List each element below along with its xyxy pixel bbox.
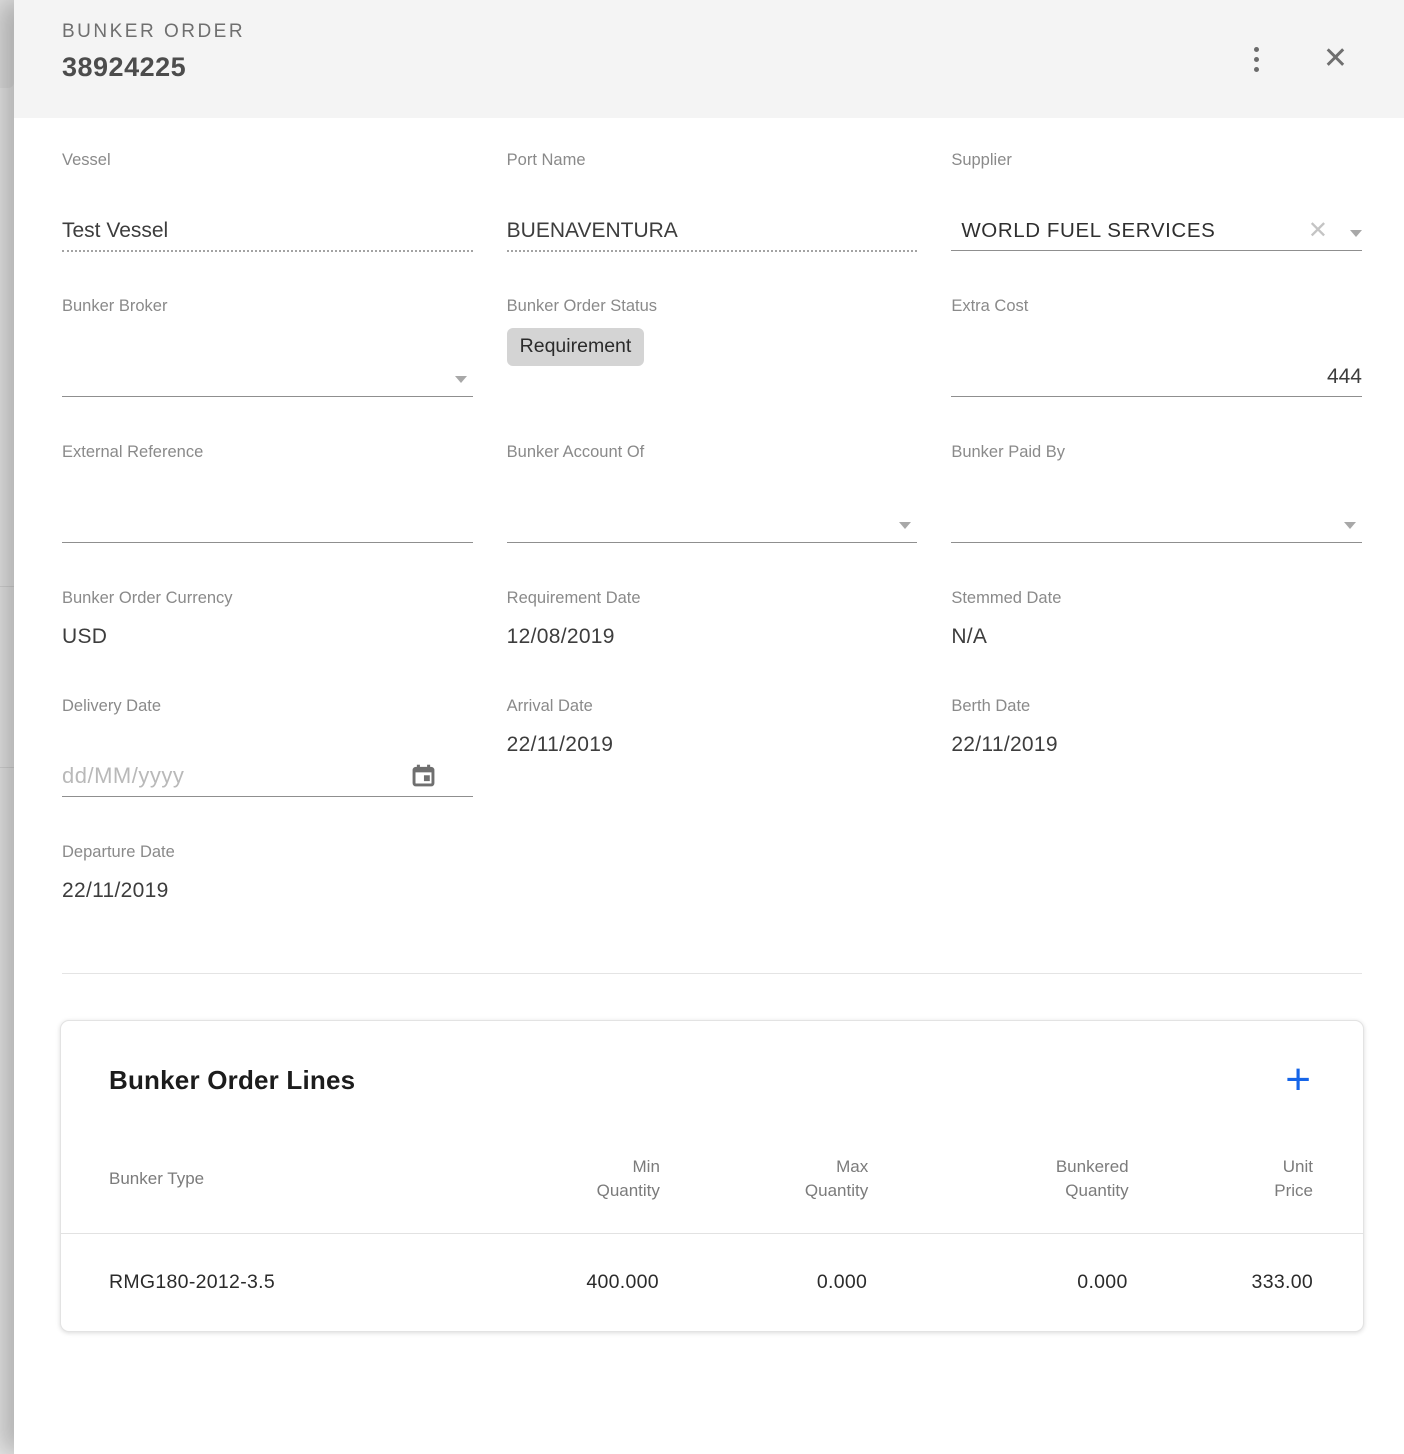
bunker-order-status-label: Bunker Order Status	[507, 296, 918, 316]
cell-bunker-type: RMG180-2012-3.5	[61, 1234, 452, 1332]
port-name-control	[507, 204, 918, 252]
column-header-bunker-type: Bunker Type	[61, 1155, 452, 1234]
bunker-order-currency-label: Bunker Order Currency	[62, 588, 473, 608]
external-reference-field: External Reference	[62, 442, 473, 588]
delivery-date-input[interactable]	[62, 765, 410, 789]
bunker-order-lines-card: Bunker Order Lines + Bunker Type Min Qua…	[60, 1020, 1364, 1332]
bunker-order-status-field: Bunker Order Status Requirement	[507, 296, 918, 442]
column-header-max-quantity: Max Quantity	[660, 1155, 868, 1234]
berth-date-value: 22/11/2019	[951, 733, 1058, 756]
supplier-label: Supplier	[951, 150, 1362, 170]
table-row[interactable]: RMG180-2012-3.5 400.000 0.000 0.000 333.…	[61, 1234, 1363, 1332]
bunker-order-panel: BUNKER ORDER 38924225 ✕ Vessel Port Name	[14, 0, 1404, 1454]
extra-cost-control	[951, 350, 1362, 397]
column-header-unit-price: Unit Price	[1129, 1155, 1363, 1234]
chevron-down-icon[interactable]	[1350, 230, 1362, 237]
arrival-date-value: 22/11/2019	[507, 733, 614, 756]
extra-cost-input[interactable]	[951, 365, 1362, 389]
delivery-date-field: Delivery Date	[62, 696, 473, 842]
bunker-broker-select[interactable]	[62, 350, 473, 397]
bunker-order-lines-title: Bunker Order Lines	[109, 1065, 355, 1096]
external-reference-label: External Reference	[62, 442, 473, 462]
port-name-field: Port Name	[507, 150, 918, 296]
arrival-date-label: Arrival Date	[507, 696, 918, 716]
kebab-dot	[1254, 67, 1259, 72]
section-divider	[62, 973, 1362, 974]
berth-date-label: Berth Date	[951, 696, 1362, 716]
column-header-min-quantity: Min Quantity	[452, 1155, 660, 1234]
vessel-input	[62, 219, 473, 243]
berth-date-field: Berth Date 22/11/2019	[951, 696, 1362, 842]
vessel-field: Vessel	[62, 150, 473, 296]
cell-max-quantity: 0.000	[660, 1234, 868, 1332]
background-card	[0, 0, 14, 88]
cell-bunkered-quantity: 0.000	[868, 1234, 1128, 1332]
extra-cost-label: Extra Cost	[951, 296, 1362, 316]
bunker-account-of-select[interactable]	[507, 496, 918, 543]
bunker-account-of-field: Bunker Account Of	[507, 442, 918, 588]
bunker-order-currency-field: Bunker Order Currency USD	[62, 588, 473, 696]
vessel-label: Vessel	[62, 150, 473, 170]
kebab-dot	[1254, 57, 1259, 62]
supplier-value: WORLD FUEL SERVICES	[951, 219, 1308, 243]
requirement-date-label: Requirement Date	[507, 588, 918, 608]
clear-icon[interactable]: ✕	[1308, 219, 1328, 243]
order-lines-table: Bunker Type Min Quantity Max Quantity Bu…	[61, 1155, 1363, 1331]
chevron-down-icon[interactable]	[899, 522, 911, 529]
add-line-icon[interactable]: +	[1285, 1063, 1311, 1097]
stemmed-date-field: Stemmed Date N/A	[951, 588, 1362, 696]
cell-min-quantity: 400.000	[452, 1234, 660, 1332]
panel-header: BUNKER ORDER 38924225 ✕	[14, 0, 1404, 118]
bunker-paid-by-select[interactable]	[951, 496, 1362, 543]
column-header-bunkered-quantity: Bunkered Quantity	[868, 1155, 1128, 1234]
delivery-date-control	[62, 750, 473, 797]
departure-date-field: Departure Date 22/11/2019	[62, 842, 473, 973]
stemmed-date-label: Stemmed Date	[951, 588, 1362, 608]
status-badge: Requirement	[507, 328, 645, 366]
vessel-control	[62, 204, 473, 252]
background-divider	[0, 586, 14, 587]
delivery-date-label: Delivery Date	[62, 696, 473, 716]
port-name-label: Port Name	[507, 150, 918, 170]
order-number: 38924225	[62, 52, 245, 83]
extra-cost-field: Extra Cost	[951, 296, 1362, 442]
requirement-date-value: 12/08/2019	[507, 625, 615, 648]
departure-date-value: 22/11/2019	[62, 879, 169, 902]
supplier-select[interactable]: WORLD FUEL SERVICES ✕	[951, 204, 1362, 251]
close-icon[interactable]: ✕	[1323, 44, 1348, 74]
stemmed-date-value: N/A	[951, 625, 987, 648]
requirement-date-field: Requirement Date 12/08/2019	[507, 588, 918, 696]
table-header-row: Bunker Type Min Quantity Max Quantity Bu…	[61, 1155, 1363, 1234]
background-divider	[0, 767, 14, 768]
bunker-account-of-label: Bunker Account Of	[507, 442, 918, 462]
supplier-field: Supplier WORLD FUEL SERVICES ✕	[951, 150, 1362, 296]
order-form: Vessel Port Name Supplier WORLD FUEL SER…	[14, 118, 1404, 973]
bunker-paid-by-field: Bunker Paid By	[951, 442, 1362, 588]
background-page	[0, 0, 14, 1454]
bunker-order-currency-value: USD	[62, 625, 107, 648]
chevron-down-icon[interactable]	[455, 376, 467, 383]
departure-date-label: Departure Date	[62, 842, 473, 862]
bunker-paid-by-label: Bunker Paid By	[951, 442, 1362, 462]
kebab-dot	[1254, 47, 1259, 52]
panel-eyebrow: BUNKER ORDER	[62, 21, 245, 43]
chevron-down-icon[interactable]	[1344, 522, 1356, 529]
bunker-broker-field: Bunker Broker	[62, 296, 473, 442]
external-reference-control	[62, 496, 473, 543]
port-name-input	[507, 219, 918, 243]
external-reference-input[interactable]	[62, 511, 473, 535]
bunker-broker-label: Bunker Broker	[62, 296, 473, 316]
kebab-menu-button[interactable]	[1248, 41, 1265, 78]
calendar-icon[interactable]	[410, 762, 437, 789]
arrival-date-field: Arrival Date 22/11/2019	[507, 696, 918, 842]
cell-unit-price: 333.00	[1129, 1234, 1363, 1332]
